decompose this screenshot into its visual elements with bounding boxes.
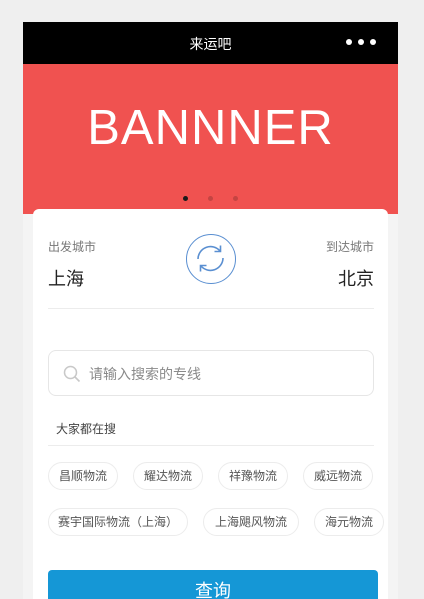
more-dots-icon[interactable] [346,39,376,45]
hot-tag[interactable]: 祥豫物流 [218,462,288,490]
departure-city[interactable]: 上海 [48,265,84,291]
hot-searches-title: 大家都在搜 [56,422,117,436]
arrival-city-label: 到达城市 [325,240,374,254]
banner-text: BANNNER [87,101,334,155]
search-icon [63,365,81,383]
search-input[interactable]: 请输入搜索的专线 [48,350,374,396]
title-bar: 来运吧 [23,22,398,64]
hot-tag[interactable]: 昌顺物流 [48,462,118,490]
carousel-dot-2[interactable] [208,196,213,201]
app-screen: 来运吧 BANNNER 出发城市 上海 到达城市 北京 请输入搜索的专线 大家都… [23,22,398,599]
hot-searches-header: 大家都在搜 [48,408,374,446]
hot-tag[interactable]: 赛宇国际物流（上海） [48,508,188,536]
banner-carousel[interactable]: BANNNER [23,64,398,214]
hot-tag[interactable]: 上海飓风物流 [203,508,299,536]
search-card: 出发城市 上海 到达城市 北京 请输入搜索的专线 大家都在搜 昌顺物流 耀达物流… [33,209,388,599]
swap-cities-icon [197,245,224,272]
page-title: 来运吧 [189,37,232,53]
carousel-dot-1[interactable] [183,196,188,201]
carousel-indicator [183,196,238,201]
hot-tag[interactable]: 威远物流 [303,462,373,490]
hot-tag[interactable]: 海元物流 [314,508,384,536]
departure-city-label: 出发城市 [48,240,97,254]
hot-tag[interactable]: 耀达物流 [133,462,203,490]
swap-cities-button[interactable] [186,234,236,284]
carousel-dot-3[interactable] [233,196,238,201]
route-selector: 出发城市 上海 到达城市 北京 [48,209,374,309]
arrival-city[interactable]: 北京 [338,265,374,291]
query-button[interactable]: 查询 [48,570,378,599]
search-placeholder: 请输入搜索的专线 [89,367,201,383]
